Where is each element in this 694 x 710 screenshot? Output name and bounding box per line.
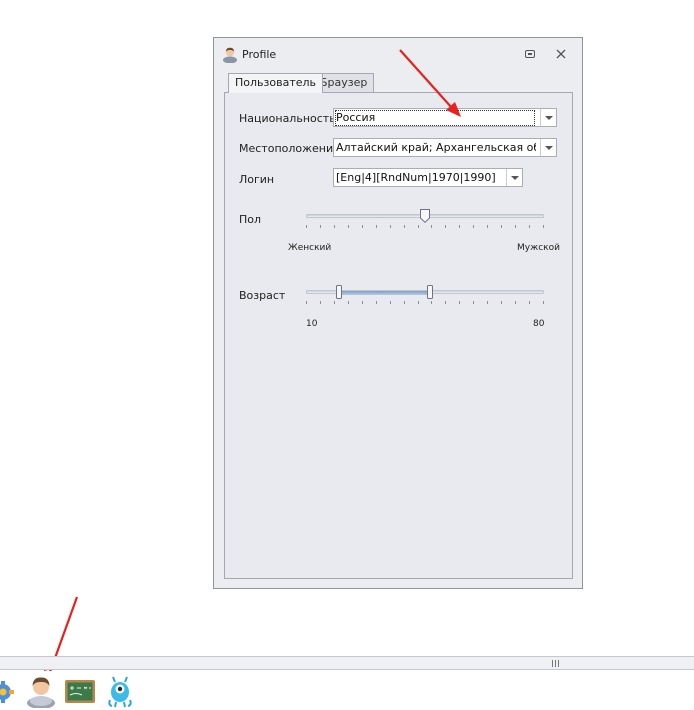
gear-icon[interactable] (0, 680, 14, 704)
tab-user[interactable]: Пользователь (228, 73, 324, 93)
annotation-arrow-top (399, 49, 461, 117)
scroll-grip-icon[interactable] (551, 659, 560, 668)
monster-icon[interactable] (106, 676, 134, 708)
taskbar (0, 671, 694, 710)
user-profile-icon[interactable] (25, 674, 57, 708)
chalkboard-icon[interactable] (64, 679, 96, 705)
annotation-arrows (44, 49, 461, 688)
taskbar-strip (0, 656, 694, 670)
